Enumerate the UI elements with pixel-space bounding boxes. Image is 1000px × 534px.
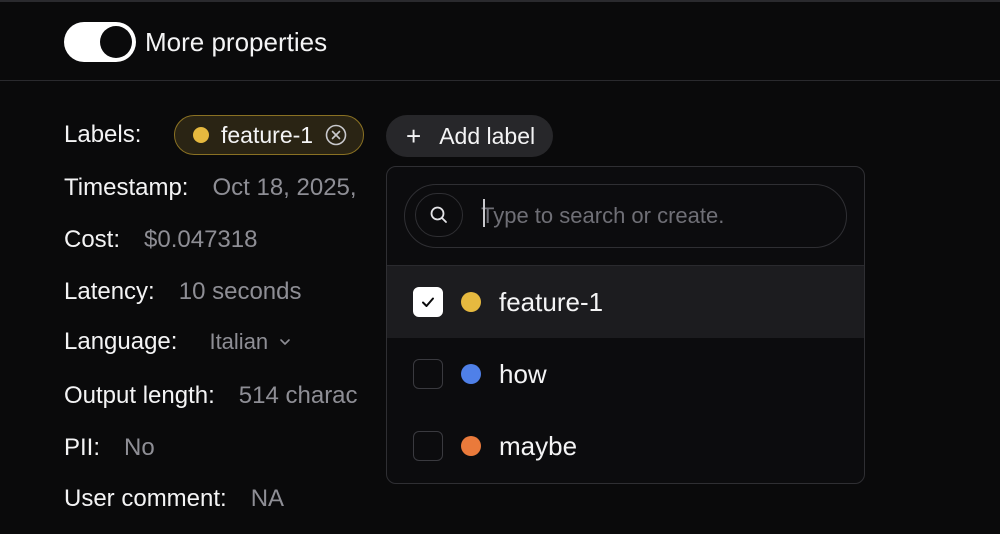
label-color-dot (193, 127, 209, 143)
label-dropdown: feature-1 how maybe (386, 166, 865, 484)
language-row: Language: Italian (64, 326, 292, 358)
add-label-button[interactable]: + Add label (386, 115, 554, 157)
label-option-feature-1[interactable]: feature-1 (387, 266, 864, 338)
output-length-row: Output length: 514 charac (64, 380, 358, 412)
language-select[interactable]: Italian (209, 329, 292, 355)
option-label: maybe (499, 430, 578, 461)
label-option-how[interactable]: how (387, 338, 864, 410)
properties-panel: More properties Labels: feature-1 + Add … (0, 0, 1000, 534)
more-properties-toggle[interactable] (64, 22, 136, 62)
option-color-dot (461, 364, 481, 384)
option-color-dot (461, 436, 481, 456)
labels-label: Labels: (64, 121, 142, 148)
timestamp-value: Oct 18, 2025, (212, 174, 357, 201)
output-length-value: 514 charac (238, 382, 358, 409)
user-comment-value: NA (250, 485, 285, 512)
label-search-box (404, 184, 847, 248)
chevron-down-icon (278, 335, 292, 349)
cost-row: Cost: $0.047318 (64, 224, 257, 256)
cost-value: $0.047318 (144, 226, 258, 253)
label-search-input[interactable] (481, 199, 831, 233)
timestamp-label: Timestamp: (64, 174, 189, 201)
remove-label-icon[interactable] (325, 124, 347, 146)
option-label: how (499, 358, 547, 389)
user-comment-row: User comment: NA (64, 483, 284, 515)
option-label: feature-1 (499, 286, 604, 317)
label-chip-text: feature-1 (221, 121, 314, 148)
label-chip-feature-1[interactable]: feature-1 (174, 115, 365, 155)
language-value: Italian (209, 329, 269, 354)
option-checkbox[interactable] (413, 431, 443, 461)
output-length-label: Output length: (64, 382, 215, 409)
check-icon (422, 297, 434, 307)
toggle-knob (100, 26, 132, 58)
user-comment-label: User comment: (64, 485, 227, 512)
plus-icon: + (406, 121, 422, 151)
latency-value: 10 seconds (178, 278, 302, 305)
timestamp-row: Timestamp: Oct 18, 2025, (64, 172, 357, 204)
header: More properties (0, 2, 1000, 81)
option-checkbox[interactable] (413, 359, 443, 389)
labels-row: Labels: (64, 119, 141, 151)
text-caret (483, 199, 485, 227)
option-checkbox[interactable] (413, 287, 443, 317)
more-properties-label: More properties (145, 27, 328, 57)
search-icon (415, 193, 463, 237)
add-label-text: Add label (439, 122, 536, 149)
language-label: Language: (64, 328, 178, 355)
pii-value: No (124, 434, 155, 461)
pii-row: PII: No (64, 432, 155, 464)
option-color-dot (461, 292, 481, 312)
pii-label: PII: (64, 434, 101, 461)
label-option-maybe[interactable]: maybe (387, 410, 864, 482)
latency-label: Latency: (64, 278, 155, 305)
latency-row: Latency: 10 seconds (64, 276, 302, 308)
cost-label: Cost: (64, 226, 121, 253)
